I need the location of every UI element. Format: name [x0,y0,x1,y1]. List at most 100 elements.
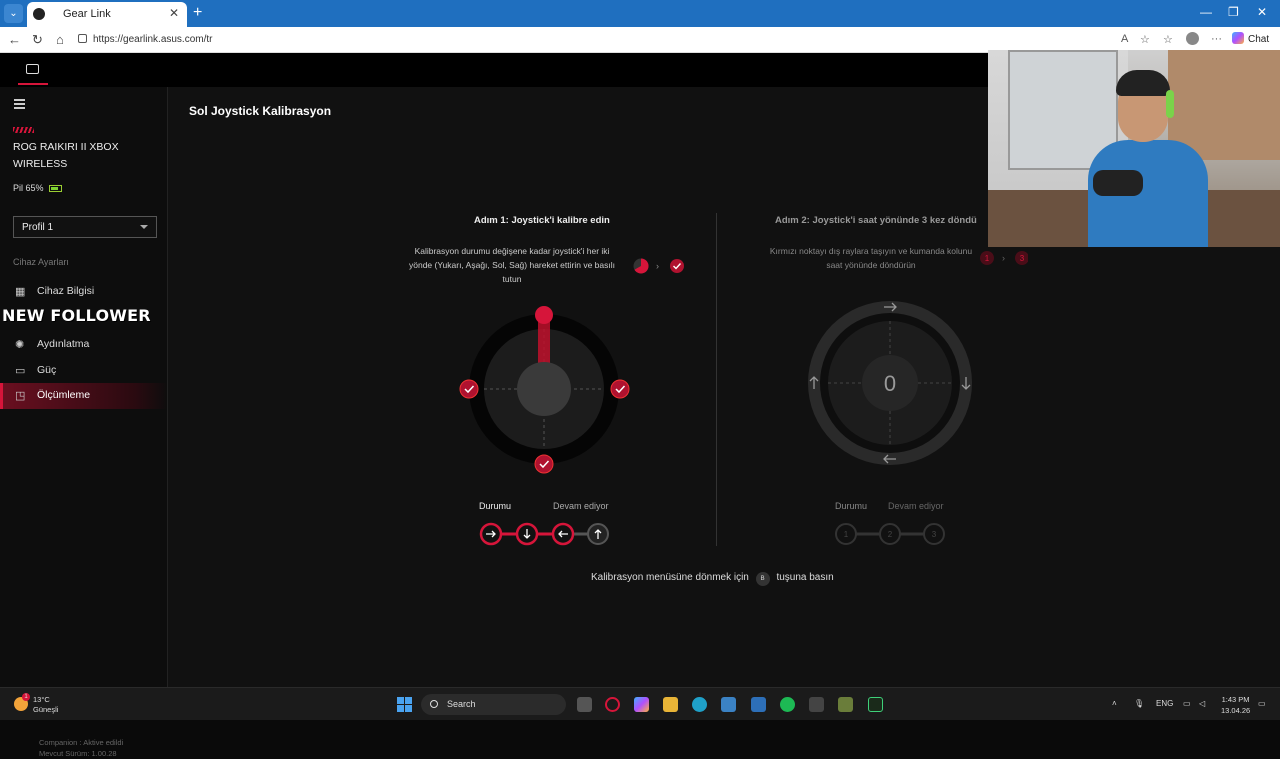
sidebar: ROG RAIKIRI II XBOX WIRELESS Pil 65% Pro… [0,87,168,758]
sidebar-item-power[interactable]: ▭ Güç [0,358,168,384]
clock-time: 1:43 PM [1221,695,1250,704]
read-aloud-icon[interactable]: A [1121,33,1128,45]
tray-chevron-icon[interactable]: ˄ [1112,699,1117,708]
taskbar-clock[interactable]: 1:43 PM 13.04.26 [1221,694,1250,716]
browser-tab[interactable]: Gear Link ✕ [27,2,187,27]
task-view-icon[interactable] [577,697,592,712]
copilot-icon [1232,32,1244,44]
joystick1-visual [459,306,630,474]
file-explorer-icon[interactable] [663,697,678,712]
svg-text:3: 3 [932,530,937,539]
favorites-icon[interactable]: ☆ [1163,33,1173,46]
windows-start-icon[interactable] [397,697,412,712]
step1-direction-progress [479,522,609,546]
home-icon[interactable]: ⌂ [56,32,64,47]
sidebar-item-lighting[interactable]: ✺ Aydınlatma [0,332,168,358]
page-title: Sol Joystick Kalibrasyon [189,104,332,118]
lock-icon [78,34,87,43]
microphone-icon[interactable]: 🎙 [1134,699,1144,708]
device-name: ROG RAIKIRI II XBOX WIRELESS [13,141,119,170]
light-icon: ✺ [15,339,25,351]
sidebar-item-label: Aydınlatma [37,338,90,350]
refresh-icon[interactable]: ↻ [32,32,43,48]
sidebar-item-device-info[interactable]: ▦ Cihaz Bilgisi [0,279,168,305]
step2-status-label: Durumu [835,501,868,511]
favorite-star-icon[interactable]: ☆ [1140,33,1150,46]
step-divider [716,213,717,546]
sidebar-item-calibration[interactable]: ◳ Ölçümleme [0,383,168,409]
svg-text:›: › [1002,253,1005,263]
step1-desc-line1: Kalibrasyon durumu değişene kadar joysti… [414,246,610,256]
webcam-overlay [988,50,1280,247]
battery-icon [48,185,62,192]
back-icon[interactable]: ← [8,32,21,47]
step1-progress-indicator: › [633,258,684,274]
mail-icon[interactable] [751,697,766,712]
check-right-icon [610,379,630,399]
battery-icon: ▭ [15,365,26,377]
b-button-icon: B [755,572,770,586]
grid-icon: ▦ [15,286,26,298]
step2-status-value: Devam ediyor [888,501,944,511]
gearlink-favicon-icon [33,8,45,20]
svg-text:2: 2 [888,530,893,539]
arrow-right-step-icon [479,522,503,546]
app2-icon[interactable] [838,697,853,712]
hamburger-menu-icon[interactable] [14,99,25,111]
profile-value: Profil 1 [22,222,54,233]
app-version: Mevcut Sürüm: 1.00.28 [39,749,117,758]
language-indicator[interactable]: ENG [1156,699,1173,708]
new-tab-icon[interactable]: + [193,4,202,22]
more-menu-icon[interactable]: ··· [1211,33,1222,45]
step2-title: Adım 2: Joystick'i saat yönünde 3 kez dö… [775,215,977,226]
step2-desc-line2: saat yönünde döndürün [826,260,916,270]
rog-logo-icon [13,127,34,133]
battery-status: Pil 65% [13,183,62,193]
minimize-icon[interactable]: — [1200,5,1212,19]
footer-after: tuşuna basın [776,572,834,583]
sidebar-item-label: Ölçümleme [37,389,91,401]
kick-icon[interactable] [868,697,883,712]
profile-select[interactable]: Profil 1 [13,216,157,238]
edge-icon[interactable] [692,697,707,712]
url-field[interactable]: https://gearlink.asus.com/tr [78,31,1108,49]
volume-icon[interactable]: ◁ [1199,699,1205,708]
store-icon[interactable] [721,697,736,712]
chat-label: Chat [1248,34,1270,45]
svg-text:3: 3 [1020,254,1025,263]
svg-text:1: 1 [844,530,849,539]
battery-text: Pil 65% [13,183,44,193]
spotify-icon[interactable] [780,697,795,712]
maximize-icon[interactable]: ❐ [1228,5,1239,19]
copilot-taskbar-icon[interactable] [634,697,649,712]
copilot-chat-button[interactable]: Chat [1232,32,1269,45]
network-icon[interactable]: ▭ [1183,699,1191,708]
check-left-icon [459,379,479,399]
step1-title: Adım 1: Joystick'i kalibre edin [474,215,610,226]
step2-rotation-progress: 1 2 3 [835,523,945,545]
notification-badge: 1 [22,693,30,701]
sidebar-item-label: Cihaz Bilgisi [37,285,95,297]
section-title: Cihaz Ayarları [13,257,69,267]
device-tab-button[interactable] [18,53,48,85]
new-follower-overlay: NEW FOLLOWER [2,306,151,325]
tab-actions-icon[interactable]: ⌄ [4,4,23,23]
profile-avatar-icon[interactable] [1186,32,1199,45]
arrow-down-step-icon [515,522,539,546]
taskbar-search[interactable]: Search [421,694,566,715]
companion-info: Companion : Aktive edildi Mevcut Sürüm: … [39,737,123,759]
window-close-icon[interactable]: ✕ [1257,5,1267,19]
back-instruction: Kalibrasyon menüsüne dönmek için B tuşun… [591,572,834,586]
check-bottom-icon [534,454,554,474]
arrow-left-step-icon [551,522,575,546]
search-label: Search [447,699,476,709]
sidebar-item-label: Güç [37,364,57,376]
notification-bell-icon[interactable]: ▭ [1258,699,1266,708]
step2-description: Kırmızı noktayı dış raylara taşıyın ve k… [746,244,996,272]
opera-gx-icon[interactable] [605,697,620,712]
weather-condition: Güneşli [33,705,59,714]
step2-progress-indicator: 1 › 3 [980,251,1028,265]
step1-status-value: Devam ediyor [553,501,609,511]
tab-close-icon[interactable]: ✕ [169,6,179,20]
app-icon[interactable] [809,697,824,712]
